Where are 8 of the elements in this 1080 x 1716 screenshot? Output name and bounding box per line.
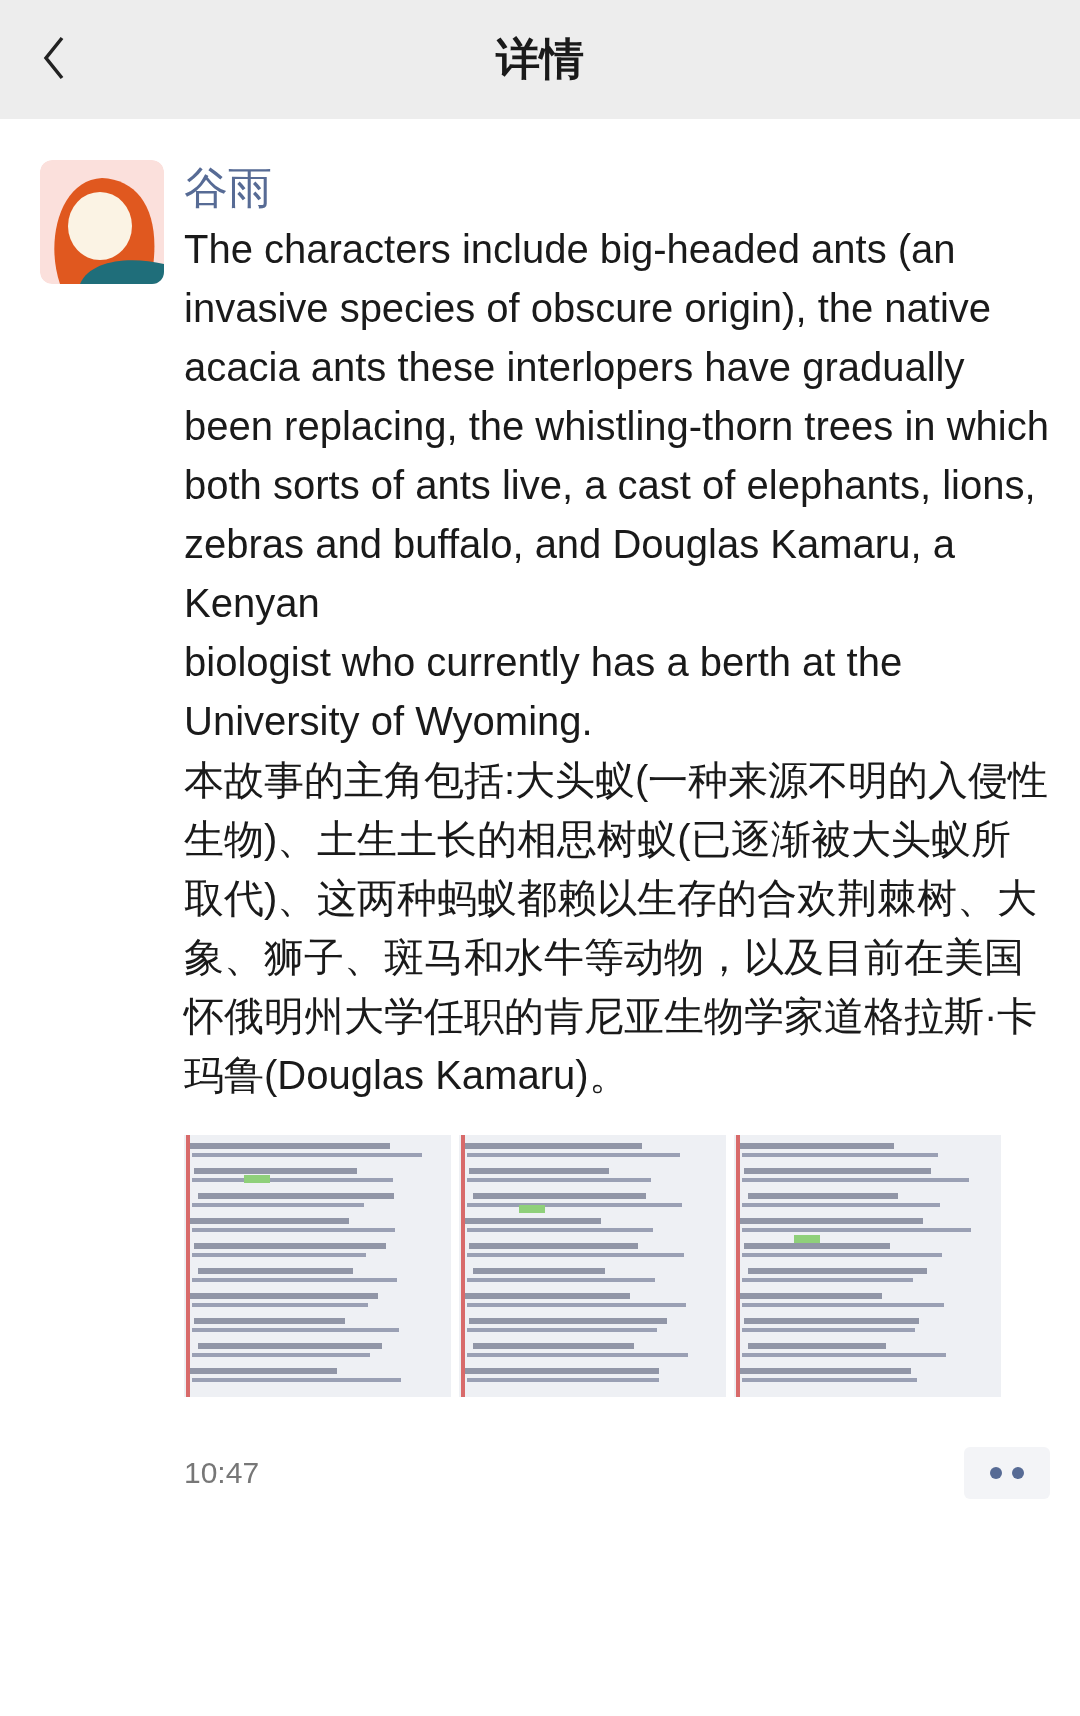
dots-icon bbox=[989, 1466, 1025, 1480]
post-time: 10:47 bbox=[184, 1456, 260, 1490]
avatar[interactable] bbox=[40, 160, 164, 284]
header-title: 详情 bbox=[496, 33, 584, 85]
post-text: The characters include big-headed ants (an invasive species of obscure origin), the native acacia ants these interlopers have gradually been replacing, the whistling-thorn trees in which both sorts of ants live, a cast of elephants, lions, zebras and buffalo, and Douglas Kamaru, a Kenyan biologist who currently has a berth at the University of Wyoming. 本故事的主角包括:大头蚁(一种来源不明的入侵性生物)、土生土长的相思树蚁(已逐渐被大头蚁所取代)、这两种蚂蚁都赖以生存的合欢荆棘树、大象、狮子、斑马和水牛等动物，以及目前在美国怀俄明州大学任职的肯尼亚生物学家道格拉斯·卡玛鲁(Douglas Kamaru)。 bbox=[184, 226, 1050, 1099]
back-icon[interactable] bbox=[42, 36, 66, 80]
author-name[interactable]: 谷雨 bbox=[184, 160, 272, 216]
more-button[interactable] bbox=[964, 1447, 1050, 1499]
